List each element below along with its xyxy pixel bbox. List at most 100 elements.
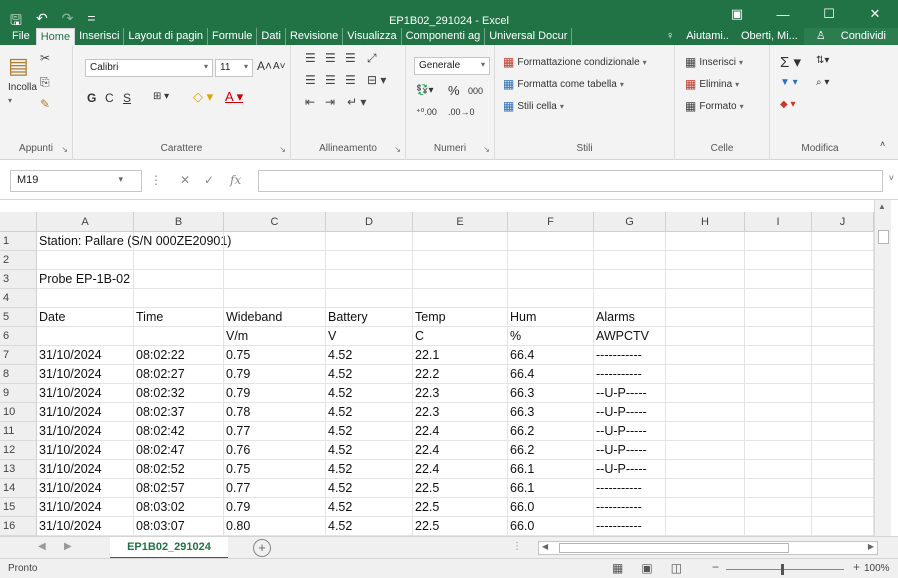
name-box[interactable]: M19 ▾ [10,170,142,192]
table-cell[interactable] [745,308,812,327]
table-cell[interactable]: 08:02:32 [134,384,224,403]
number-format-box[interactable]: Generale ▾ [414,57,490,75]
table-cell[interactable]: 66.0 [508,498,594,517]
zoom-out-icon[interactable]: − [712,560,719,574]
align-center-icon[interactable]: ☰ [325,73,336,87]
table-cell[interactable] [745,384,812,403]
table-cell[interactable]: 4.52 [326,403,413,422]
scroll-thumb[interactable] [878,230,889,244]
table-cell[interactable]: Battery [326,308,413,327]
table-cell[interactable]: 08:02:52 [134,460,224,479]
table-cell[interactable] [508,270,594,289]
row-header[interactable]: 15 [0,498,37,517]
table-cell[interactable]: % [508,327,594,346]
table-cell[interactable]: ----------- [594,498,666,517]
minimize-icon[interactable]: — [760,0,806,28]
table-cell[interactable]: Time [134,308,224,327]
table-cell[interactable] [326,251,413,270]
maximize-icon[interactable]: ☐ [806,0,852,28]
table-cell[interactable] [134,270,224,289]
table-cell[interactable]: 0.76 [224,441,326,460]
table-cell[interactable] [745,327,812,346]
delete-cells-button[interactable]: ▦ Elimina ▾ [685,77,739,91]
table-cell[interactable] [594,270,666,289]
currency-icon[interactable]: 💱▾ [416,85,433,96]
table-cell[interactable] [666,232,745,251]
table-cell[interactable] [812,384,874,403]
user-name[interactable]: Oberti, Mi... [735,28,804,45]
horizontal-scrollbar[interactable]: ◀ ▶ [538,541,878,555]
clear-icon[interactable]: ◆ ▾ [780,99,796,110]
table-cell[interactable]: Probe EP-1B-02 [37,270,134,289]
table-cell[interactable]: 22.5 [413,498,508,517]
table-cell[interactable] [666,289,745,308]
table-cell[interactable] [594,251,666,270]
dialog-launcher-icon[interactable]: ↘ [394,145,401,154]
table-cell[interactable] [594,289,666,308]
normal-view-icon[interactable]: ▦ [612,561,623,575]
copy-icon[interactable]: ⎘ [40,75,50,90]
table-cell[interactable] [666,251,745,270]
table-cell[interactable]: Station: Pallare (S/N 000ZE20901) [37,232,231,251]
insert-cells-button[interactable]: ▦ Inserisci ▾ [685,55,743,69]
tab-revisione[interactable]: Revisione [286,28,344,45]
table-cell[interactable]: 22.3 [413,403,508,422]
borders-icon[interactable]: ⊞ ▾ [153,91,169,102]
share-button[interactable]: ♙ Condividi [803,28,898,45]
format-painter-icon[interactable]: ✎ [40,97,50,111]
table-cell[interactable] [812,327,874,346]
table-cell[interactable]: ----------- [594,346,666,365]
row-header[interactable]: 11 [0,422,37,441]
table-cell[interactable] [666,365,745,384]
table-cell[interactable]: 66.4 [508,346,594,365]
table-cell[interactable]: ----------- [594,365,666,384]
table-cell[interactable] [134,232,224,251]
tab-universal[interactable]: Universal Docur [485,28,573,45]
page-layout-view-icon[interactable]: ▣ [641,561,652,575]
table-cell[interactable]: 0.80 [224,517,326,536]
table-cell[interactable]: Wideband [224,308,326,327]
zoom-slider[interactable]: − + [712,560,862,576]
column-header[interactable]: D [326,212,413,232]
decrease-indent-icon[interactable]: ⇤ [305,95,315,109]
table-cell[interactable] [224,251,326,270]
page-break-view-icon[interactable]: ◫ [671,561,682,575]
table-cell[interactable]: 22.4 [413,422,508,441]
table-cell[interactable]: 31/10/2024 [37,422,134,441]
table-cell[interactable]: 66.1 [508,479,594,498]
table-cell[interactable] [745,422,812,441]
table-cell[interactable] [812,251,874,270]
decrease-font-icon[interactable]: A˅ [273,61,286,72]
table-cell[interactable] [745,232,812,251]
increase-font-icon[interactable]: A˄ [257,59,272,73]
tab-split-handle-icon[interactable]: ⋮ [512,541,522,552]
table-cell[interactable]: 08:02:22 [134,346,224,365]
formula-input[interactable] [258,170,883,192]
select-all-corner[interactable] [0,212,37,232]
table-cell[interactable] [745,270,812,289]
column-header[interactable]: J [812,212,874,232]
table-cell[interactable] [745,441,812,460]
tab-formule[interactable]: Formule [208,28,258,45]
row-header[interactable]: 7 [0,346,37,365]
table-cell[interactable]: --U-P----- [594,460,666,479]
table-cell[interactable]: AWPCTV [594,327,666,346]
table-cell[interactable]: 31/10/2024 [37,384,134,403]
row-header[interactable]: 8 [0,365,37,384]
column-header[interactable]: H [666,212,745,232]
font-color-icon[interactable]: A ▾ [225,89,243,105]
font-size-box[interactable]: 11 ▾ [215,59,253,77]
table-cell[interactable]: Hum [508,308,594,327]
table-cell[interactable]: ----------- [594,479,666,498]
sort-filter-icon[interactable]: ⇅▾ [816,55,829,66]
table-cell[interactable]: 0.78 [224,403,326,422]
table-cell[interactable]: 0.75 [224,346,326,365]
column-header[interactable]: I [745,212,812,232]
table-cell[interactable]: C [413,327,508,346]
next-sheet-icon[interactable]: ▶ [64,541,72,552]
italic-button[interactable]: C [105,91,114,105]
table-cell[interactable]: --U-P----- [594,403,666,422]
table-cell[interactable]: 31/10/2024 [37,403,134,422]
tab-home[interactable]: Home [35,28,76,45]
table-cell[interactable] [812,498,874,517]
